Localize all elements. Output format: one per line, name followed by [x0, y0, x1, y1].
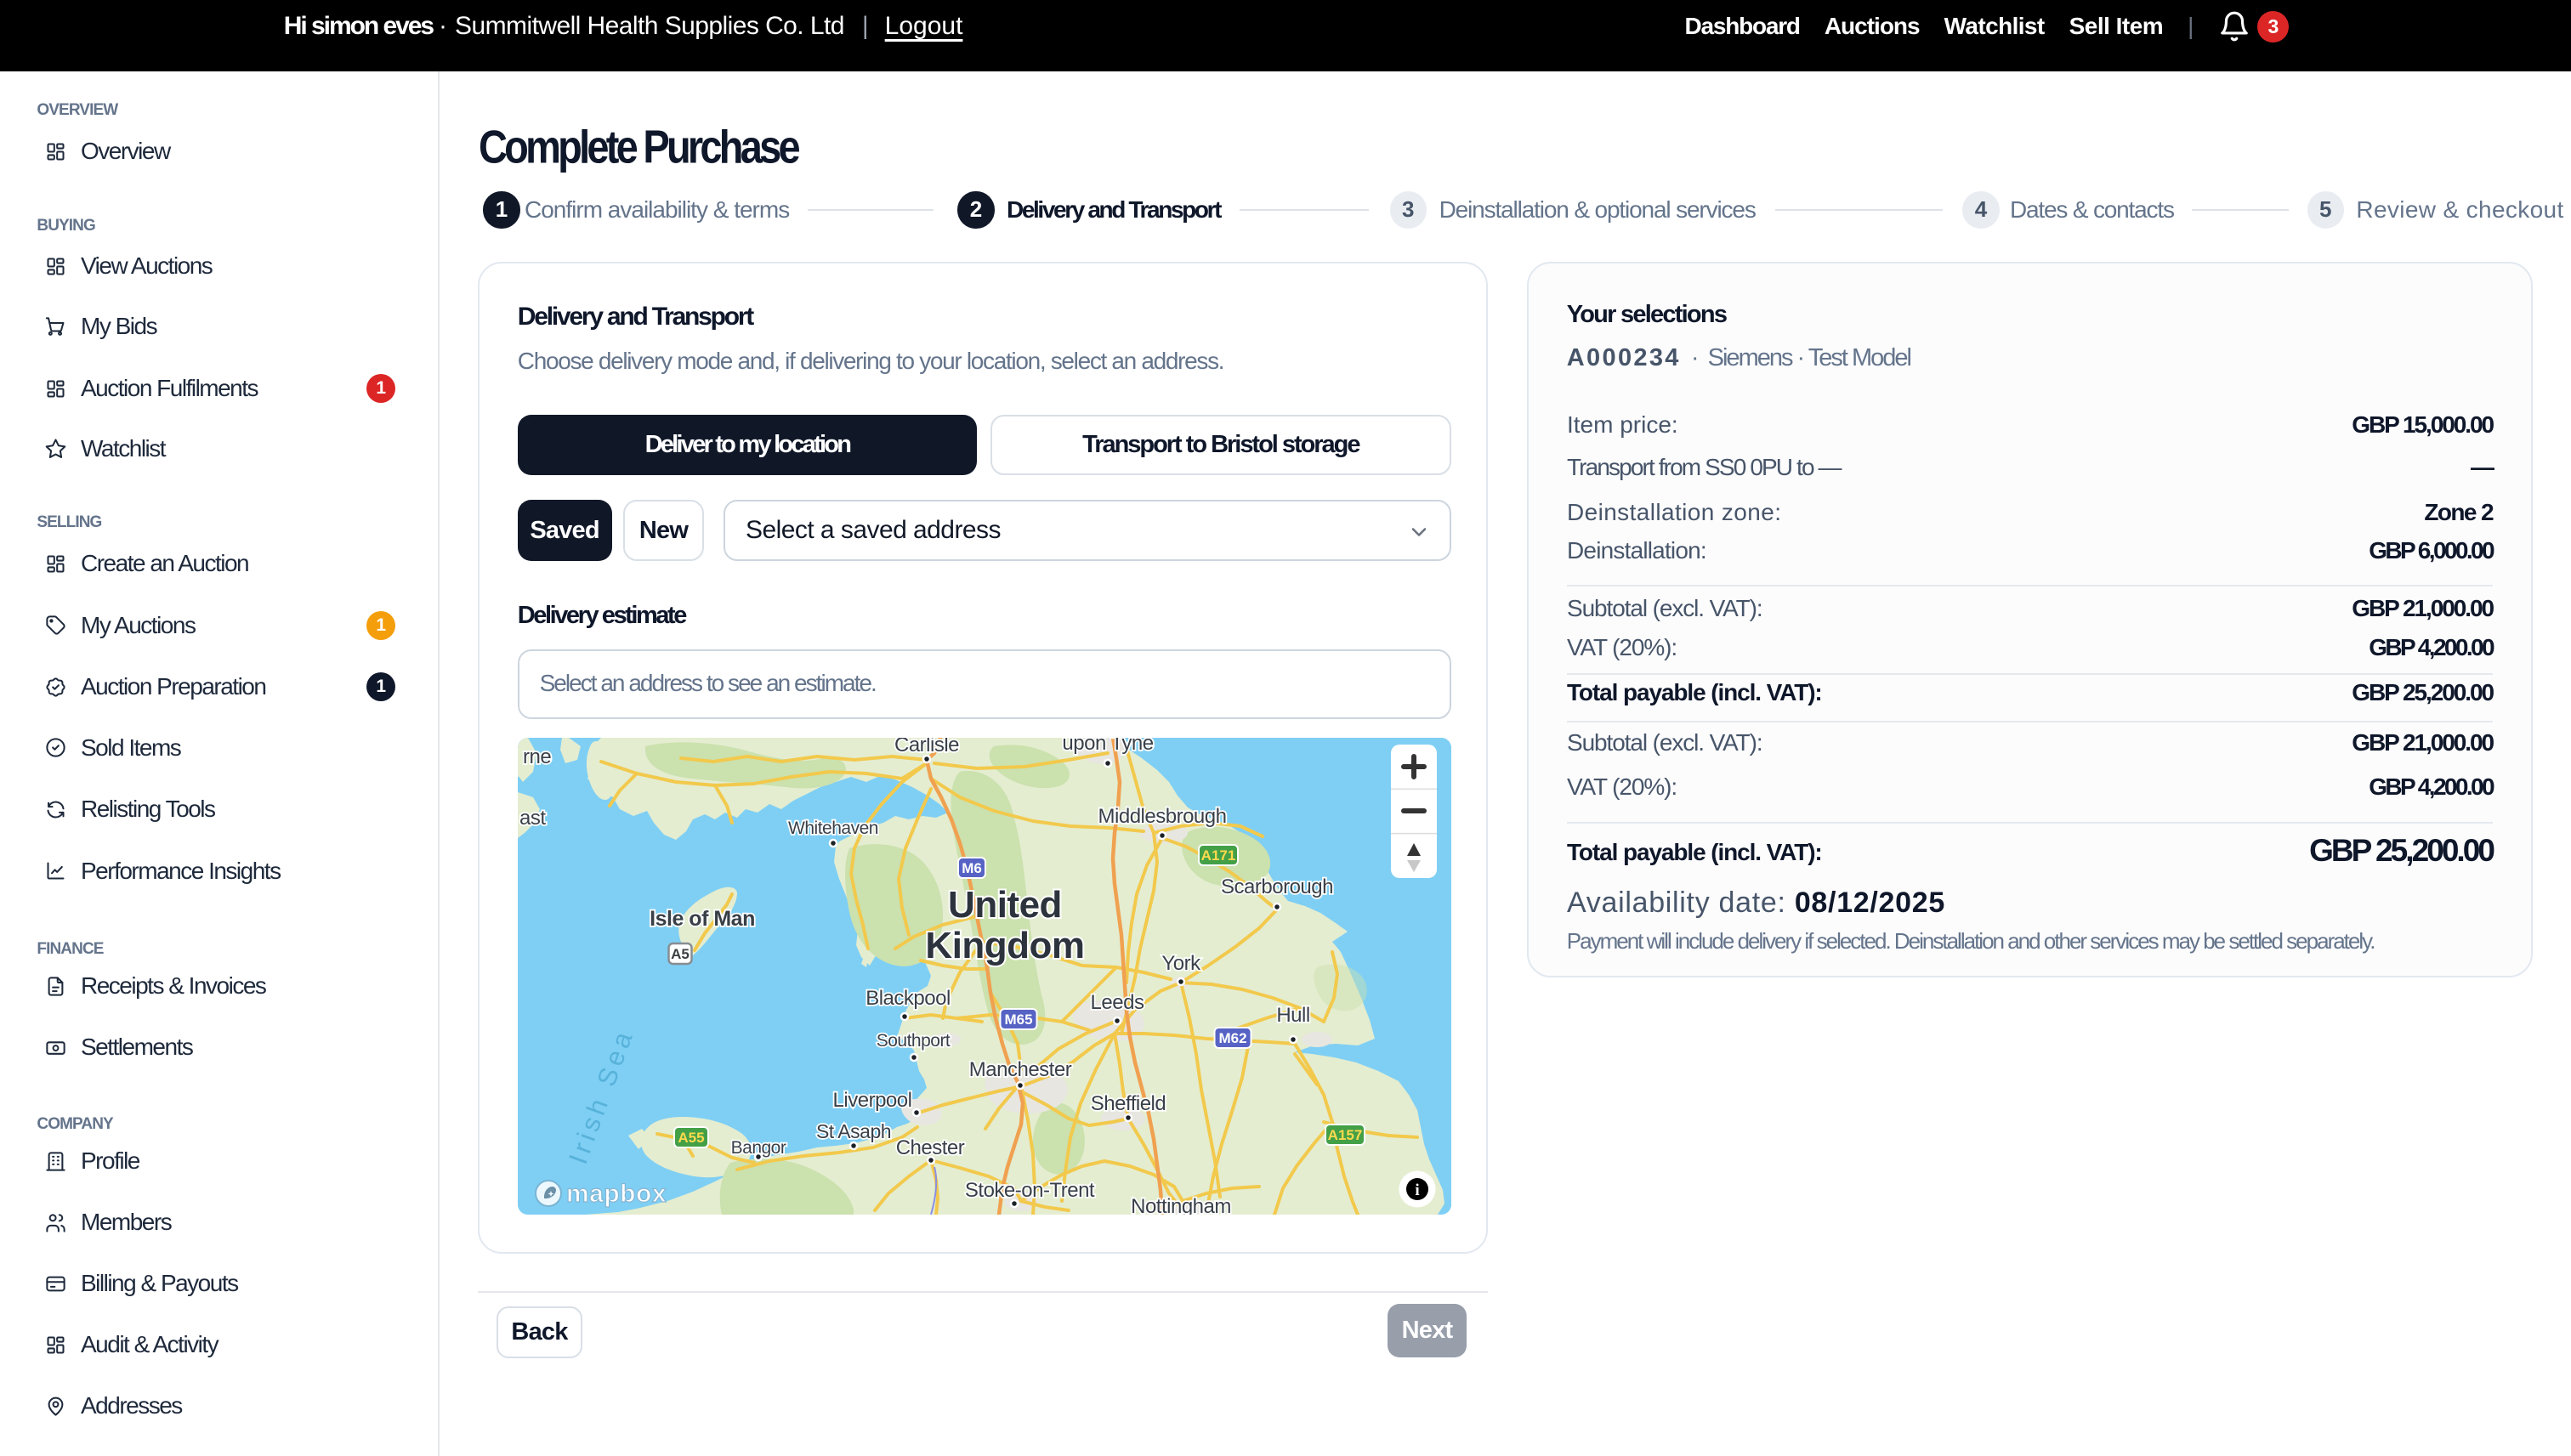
svg-text:Stoke-on-Trent: Stoke-on-Trent: [965, 1179, 1095, 1202]
svg-text:St Asaph: St Asaph: [816, 1120, 891, 1142]
svg-text:Manchester: Manchester: [968, 1058, 1071, 1081]
svg-text:mapbox: mapbox: [566, 1180, 667, 1208]
svg-text:Sheffield: Sheffield: [1090, 1092, 1165, 1115]
svg-text:Southport: Southport: [876, 1031, 950, 1051]
svg-text:ast: ast: [519, 807, 546, 830]
svg-text:rne: rne: [523, 745, 551, 768]
svg-text:Blackpool: Blackpool: [866, 987, 951, 1010]
svg-text:A171: A171: [1200, 847, 1235, 864]
svg-text:M65: M65: [1004, 1011, 1032, 1028]
svg-text:Liverpool: Liverpool: [832, 1089, 911, 1112]
svg-text:M6: M6: [962, 860, 982, 876]
svg-text:upon Tyne: upon Tyne: [1062, 738, 1153, 755]
svg-text:Leeds: Leeds: [1090, 991, 1144, 1014]
svg-text:Scarborough: Scarborough: [1221, 875, 1333, 898]
svg-text:A5: A5: [671, 946, 690, 962]
svg-text:York: York: [1161, 952, 1201, 975]
svg-text:i: i: [1415, 1181, 1419, 1199]
svg-text:A55: A55: [678, 1130, 704, 1146]
svg-text:Kingdom: Kingdom: [925, 925, 1084, 966]
svg-text:Isle of Man: Isle of Man: [650, 907, 755, 931]
svg-text:M62: M62: [1218, 1030, 1246, 1046]
svg-text:United: United: [948, 884, 1062, 926]
svg-text:A157: A157: [1327, 1127, 1362, 1143]
svg-text:Nottingham: Nottingham: [1131, 1195, 1231, 1215]
svg-text:Middlesbrough: Middlesbrough: [1098, 805, 1226, 828]
svg-text:Carlisle: Carlisle: [894, 738, 959, 756]
svg-text:Hull: Hull: [1276, 1004, 1309, 1027]
svg-text:Whitehaven: Whitehaven: [788, 819, 878, 838]
